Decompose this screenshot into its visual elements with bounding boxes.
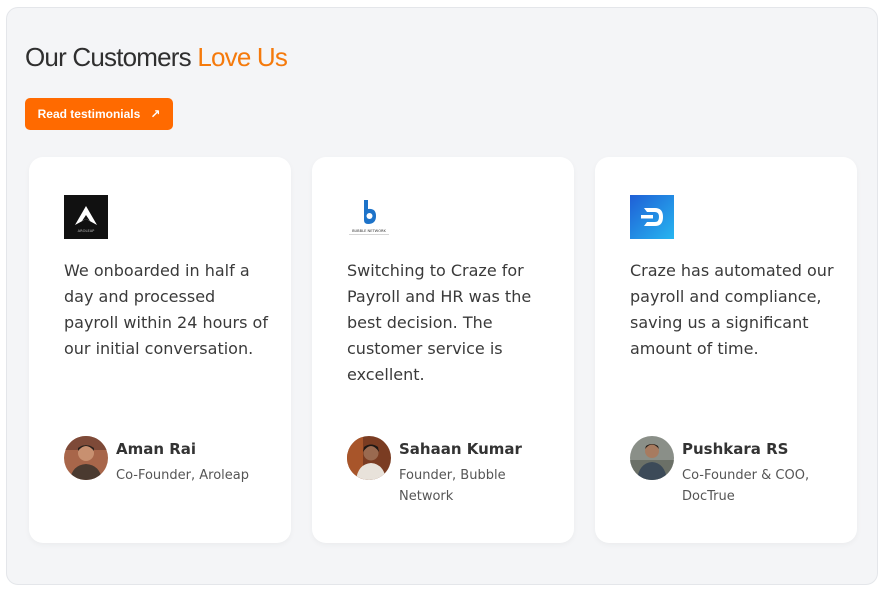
bubble-network-logo: BUBBLE NETWORK	[347, 195, 391, 239]
author-role: Founder, Bubble Network	[399, 468, 506, 504]
avatar	[347, 436, 391, 480]
title-accent: Love Us	[197, 42, 288, 72]
aroleap-logo: AROLEAP	[64, 195, 108, 239]
read-testimonials-button[interactable]: Read testimonials ↗	[25, 98, 173, 130]
avatar	[630, 436, 674, 480]
testimonial-quote: We onboarded in half a day and processed…	[64, 261, 268, 358]
section-title: Our Customers Love Us	[25, 42, 288, 73]
testimonial-card-aroleap: AROLEAP We onboarded in half a day and p…	[29, 157, 291, 543]
author-name: Sahaan Kumar	[399, 440, 522, 458]
author-name: Pushkara RS	[682, 440, 789, 458]
testimonial-quote: Craze has automated our payroll and comp…	[630, 261, 834, 358]
title-main: Our Customers	[25, 42, 192, 72]
testimonial-card-doctrue: Craze has automated our payroll and comp…	[595, 157, 857, 543]
author-role: Co-Founder, Aroleap	[116, 468, 250, 483]
read-testimonials-label: Read testimonials	[37, 107, 141, 121]
bubble-logo-text: BUBBLE NETWORK	[352, 229, 386, 233]
arrow-up-right-icon: ↗	[150, 107, 161, 121]
author-name: Aman Rai	[116, 440, 197, 458]
author-role: Co-Founder & COO, DocTrue	[682, 468, 810, 504]
testimonial-card-bubble-network: BUBBLE NETWORK Switching to Craze for Pa…	[312, 157, 574, 543]
doctrue-logo	[630, 195, 674, 239]
aroleap-logo-text: AROLEAP	[78, 229, 96, 233]
avatar	[64, 436, 108, 480]
testimonial-quote: Switching to Craze for Payroll and HR wa…	[347, 261, 532, 384]
testimonials-section: Our Customers Love Us Read testimonials …	[6, 7, 878, 585]
